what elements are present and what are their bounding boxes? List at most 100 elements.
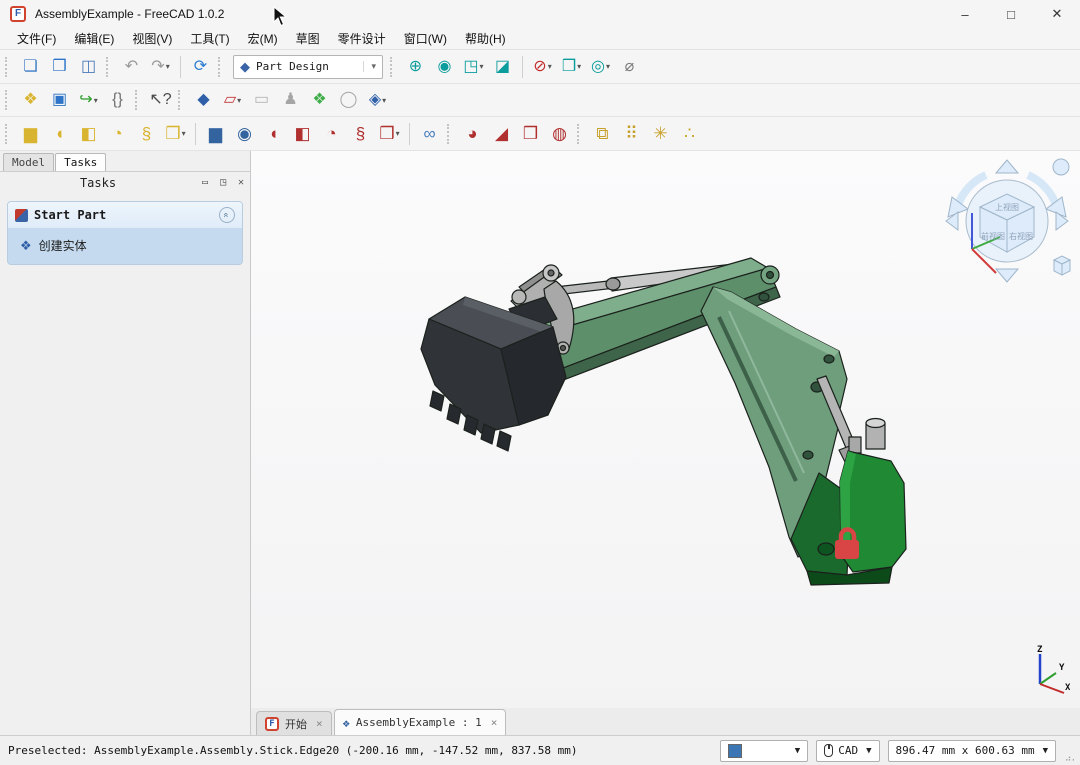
document-tab-start-page[interactable]: 开始× bbox=[256, 711, 332, 735]
pocket-button[interactable]: ▆ bbox=[202, 120, 229, 147]
linear-pattern-button[interactable]: ⠿ bbox=[618, 120, 645, 147]
workbench-selector[interactable]: ◆Part Design▾ bbox=[233, 55, 383, 79]
datum-button[interactable]: ◈▾ bbox=[364, 87, 391, 114]
nav-circle-button[interactable] bbox=[1053, 159, 1069, 175]
nav-arrow-down[interactable] bbox=[996, 269, 1018, 282]
window-title: AssemblyExample - FreeCAD 1.0.2 bbox=[35, 7, 224, 21]
navigation-cube[interactable]: 上视图 前视图 右视图 bbox=[942, 157, 1072, 285]
boolean-operation-button[interactable]: ∞ bbox=[416, 120, 443, 147]
sketch-validate-button[interactable]: ❖ bbox=[306, 87, 333, 114]
bucket[interactable] bbox=[421, 297, 566, 451]
zoom-selection-button[interactable]: ◉ bbox=[431, 53, 458, 80]
menu-file[interactable]: 文件(F) bbox=[8, 28, 65, 49]
subtractive-box-button[interactable]: ◧ bbox=[289, 120, 316, 147]
toolbar-separator bbox=[180, 56, 181, 78]
measure-button[interactable]: ⌀ bbox=[616, 53, 643, 80]
dock-tab-model[interactable]: Model bbox=[3, 153, 54, 171]
polar-pattern-button[interactable]: ✳ bbox=[647, 120, 674, 147]
create-sketch-button[interactable]: ▱▾ bbox=[219, 87, 246, 114]
tab-close-icon[interactable]: × bbox=[316, 717, 323, 730]
toolbar-separator bbox=[195, 123, 196, 145]
dock-tab-tasks[interactable]: Tasks bbox=[55, 153, 106, 171]
color-style-dropdown[interactable]: ▼ bbox=[720, 740, 808, 762]
undo-button[interactable]: ↶ bbox=[118, 53, 145, 80]
undo-icon: ↶ bbox=[125, 59, 138, 75]
save-document-button[interactable]: ◫ bbox=[75, 53, 102, 80]
additive-pipe-button[interactable]: ◔ bbox=[104, 120, 131, 147]
boolean-operation-icon: ∞ bbox=[423, 125, 435, 142]
multi-transform-button[interactable]: ∴ bbox=[676, 120, 703, 147]
fit-all-button[interactable]: ⊕ bbox=[402, 53, 429, 80]
menu-help[interactable]: 帮助(H) bbox=[456, 28, 515, 49]
menu-part-design[interactable]: 零件设计 bbox=[329, 28, 395, 49]
menu-sketch[interactable]: 草图 bbox=[287, 28, 329, 49]
subtractive-pipe-button[interactable]: ◔ bbox=[318, 120, 345, 147]
draft-button[interactable]: ❒ bbox=[517, 120, 544, 147]
dock-close-icon[interactable]: ✕ bbox=[232, 177, 250, 188]
menu-edit[interactable]: 编辑(E) bbox=[65, 28, 123, 49]
align-to-selection-button[interactable]: ◪ bbox=[489, 53, 516, 80]
view-sync-button[interactable]: ◎▾ bbox=[587, 53, 614, 80]
hole-button[interactable]: ◉ bbox=[231, 120, 258, 147]
subtractive-primitive-button[interactable]: ❒▾ bbox=[376, 120, 403, 147]
axonometric-view-button[interactable]: ◳▾ bbox=[460, 53, 487, 80]
window-resize-grip[interactable] bbox=[1064, 736, 1078, 765]
make-link-button[interactable]: ↪▾ bbox=[75, 87, 102, 114]
menu-view[interactable]: 视图(V) bbox=[123, 28, 181, 49]
dock-minimize-icon[interactable]: ▭ bbox=[196, 177, 214, 188]
start-part-header[interactable]: Start Part « bbox=[8, 202, 242, 228]
revolution-button[interactable]: ◖ bbox=[46, 120, 73, 147]
menu-window[interactable]: 窗口(W) bbox=[395, 28, 456, 49]
toolbar-separator bbox=[409, 123, 410, 145]
whats-this-button[interactable]: ↖? bbox=[147, 87, 174, 114]
new-document-button[interactable]: ❏ bbox=[17, 53, 44, 80]
dock-float-icon[interactable]: ◳ bbox=[214, 177, 232, 188]
minimize-button[interactable]: – bbox=[942, 0, 988, 28]
redo-button[interactable]: ↷▾ bbox=[147, 53, 174, 80]
tab-close-icon[interactable]: × bbox=[491, 716, 498, 729]
toolbar-grip bbox=[5, 57, 11, 77]
groove-button[interactable]: ◖ bbox=[260, 120, 287, 147]
box-element-selection-button[interactable]: ❒▾ bbox=[558, 53, 585, 80]
dropdown-caret-icon: ▾ bbox=[606, 62, 610, 71]
thickness-button[interactable]: ◍ bbox=[546, 120, 573, 147]
open-document-button[interactable]: ❒ bbox=[46, 53, 73, 80]
axonometric-view-icon: ◳ bbox=[463, 59, 478, 75]
collapse-button[interactable]: « bbox=[219, 207, 235, 223]
view-size-dropdown[interactable]: 896.47 mm x 600.63 mm ▼ bbox=[888, 740, 1057, 762]
menu-tools[interactable]: 工具(T) bbox=[181, 28, 238, 49]
multi-transform-icon: ∴ bbox=[684, 125, 695, 142]
create-group-icon: ▣ bbox=[52, 92, 67, 108]
part-design-workbench-icon bbox=[15, 209, 28, 222]
create-body-button[interactable]: ◆ bbox=[190, 87, 217, 114]
nav-arrow-up[interactable] bbox=[996, 160, 1018, 173]
additive-helix-button[interactable]: § bbox=[133, 120, 160, 147]
document-tab-assembly-example[interactable]: AssemblyExample : 1× bbox=[334, 709, 507, 735]
fillet-button[interactable]: ◕ bbox=[459, 120, 486, 147]
refresh-button[interactable]: ⟳ bbox=[187, 53, 214, 80]
clipping-plane-button[interactable]: ⊘▾ bbox=[529, 53, 556, 80]
create-group-button[interactable]: ▣ bbox=[46, 87, 73, 114]
subtractive-helix-button[interactable]: § bbox=[347, 120, 374, 147]
mouse-icon bbox=[824, 744, 833, 757]
map-sketch-to-face-button[interactable]: ♟ bbox=[277, 87, 304, 114]
close-button[interactable]: ✕ bbox=[1034, 0, 1080, 28]
additive-primitive-button[interactable]: ❒▾ bbox=[162, 120, 189, 147]
chamfer-button[interactable]: ◢ bbox=[488, 120, 515, 147]
edit-sketch-button[interactable]: ▭ bbox=[248, 87, 275, 114]
navigation-style-dropdown[interactable]: CAD ▼ bbox=[816, 740, 879, 762]
toolbar-grip bbox=[390, 57, 396, 77]
pad-button[interactable]: ▆ bbox=[17, 120, 44, 147]
expressions-button[interactable]: {} bbox=[104, 87, 131, 114]
fit-all-icon: ⊕ bbox=[409, 59, 422, 75]
maximize-button[interactable]: □ bbox=[988, 0, 1034, 28]
3d-viewport[interactable]: 上视图 前视图 右视图 Z Y X bbox=[250, 151, 1080, 708]
additive-box-button[interactable]: ◧ bbox=[75, 120, 102, 147]
redo-icon: ↷ bbox=[151, 59, 164, 75]
shape-binder-button[interactable]: ◯ bbox=[335, 87, 362, 114]
mirrored-button[interactable]: ⧉ bbox=[589, 120, 616, 147]
menu-macro[interactable]: 宏(M) bbox=[239, 28, 287, 49]
task-item-create-solid[interactable]: 创建实体 bbox=[8, 228, 242, 264]
create-part-button[interactable]: ❖ bbox=[17, 87, 44, 114]
datum-icon: ◈ bbox=[369, 92, 381, 108]
